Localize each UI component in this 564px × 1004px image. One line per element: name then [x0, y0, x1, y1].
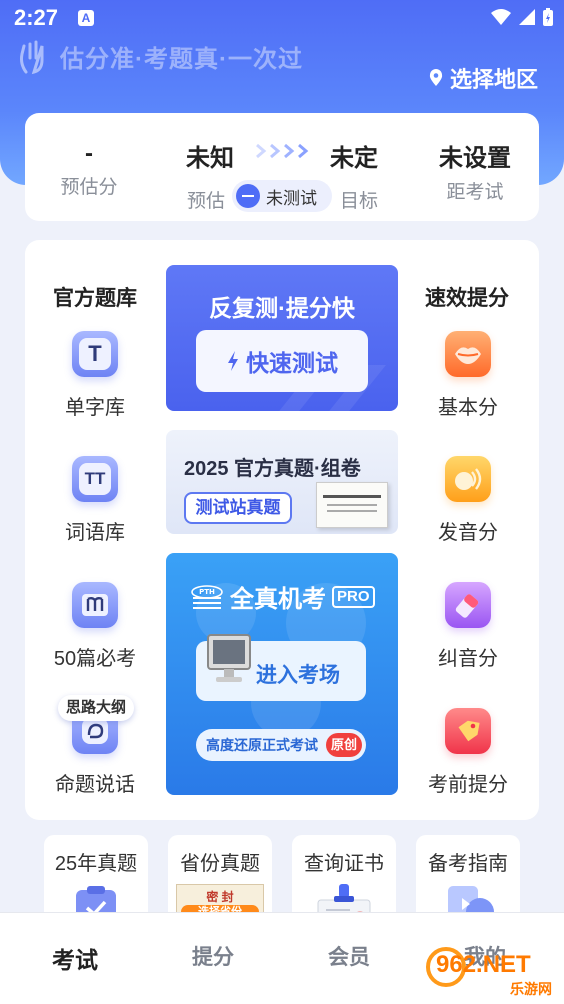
single-char-label: 单字库	[65, 397, 125, 419]
exam-note-text: 高度还原正式考试	[206, 737, 318, 753]
word-bank[interactable]: TT 词语库	[45, 456, 145, 545]
estimate-value: -	[85, 140, 93, 167]
wifi-icon	[491, 9, 511, 25]
eraser-icon	[445, 582, 491, 628]
mock-exam-banner[interactable]: PTH 全真机考 PRO 进入考场 高度还原正式考试 原创	[166, 553, 398, 795]
lips-icon	[445, 331, 491, 377]
left-column-title: 官方题库	[53, 287, 137, 310]
test-status-pill[interactable]: 未测试	[232, 180, 332, 212]
voice-icon	[445, 456, 491, 502]
quick-test-title: 反复测·提分快	[209, 295, 355, 321]
target-level: 未定	[330, 145, 378, 172]
card-2025-exams-label: 25年真题	[54, 853, 138, 875]
fifty-essays[interactable]: 50篇必考	[45, 582, 145, 671]
card-query-certificate-label: 查询证书	[304, 853, 384, 875]
tag-icon	[445, 708, 491, 754]
mock-exam-title: PTH 全真机考 PRO	[190, 579, 375, 614]
quick-test-banner[interactable]: 反复测·提分快 快速测试	[166, 265, 398, 411]
accessibility-icon: A	[78, 10, 94, 26]
tab-exam[interactable]: 考试	[52, 941, 98, 975]
estimate-label: 预估分	[60, 177, 118, 198]
enter-exam-label: 进入考场	[256, 664, 340, 687]
real-exam-tag: 测试站真题	[184, 492, 292, 524]
basic-score-label: 基本分	[438, 397, 498, 419]
select-region-button[interactable]: 选择地区	[428, 62, 538, 94]
location-pin-icon	[429, 69, 443, 86]
real-exam-banner[interactable]: 2025 官方真题·组卷 测试站真题	[166, 430, 398, 534]
current-label: 预估	[187, 191, 226, 212]
fifty-essays-label: 50篇必考	[53, 648, 137, 670]
pronunciation-score-label: 发音分	[438, 522, 498, 544]
progress-arrows-icon	[255, 143, 311, 159]
book-icon	[72, 582, 118, 628]
hand-logo-icon	[20, 40, 44, 75]
correction-score[interactable]: 纠音分	[418, 582, 518, 671]
battery-icon	[543, 8, 553, 26]
real-exam-title: 2025 官方真题·组卷	[184, 458, 361, 480]
topic-speech-label: 命题说话	[55, 774, 135, 796]
watermark-logo: 962.NET 乐游网	[426, 945, 564, 1001]
outline-tag: 思路大纲	[58, 695, 135, 721]
quick-test-button-label: 快速测试	[246, 350, 338, 376]
single-char-icon: T	[72, 331, 118, 377]
current-level: 未知	[186, 145, 234, 172]
svg-text:PTH: PTH	[199, 588, 215, 596]
pth-logo-icon: PTH	[191, 584, 223, 609]
status-bar: 2:27 A	[0, 0, 564, 36]
pro-badge: PRO	[332, 585, 375, 608]
quick-test-button[interactable]: 快速测试	[196, 330, 368, 392]
right-column-title: 速效提分	[425, 287, 509, 310]
lightning-icon	[228, 351, 238, 371]
test-status-text: 未测试	[266, 188, 317, 208]
exam-note: 高度还原正式考试 原创	[196, 729, 366, 761]
word-icon: TT	[72, 456, 118, 502]
header-slogan: 估分准·考题真·一次过	[12, 34, 303, 78]
estimate-score[interactable]: - 预估分	[56, 140, 122, 199]
target-label: 目标	[340, 191, 379, 212]
exam-booklet-image	[316, 482, 388, 528]
computer-icon	[207, 634, 251, 682]
word-label: 词语库	[65, 522, 125, 544]
pronunciation-score[interactable]: 发音分	[418, 456, 518, 545]
pre-exam-boost-label: 考前提分	[428, 774, 508, 796]
original-badge: 原创	[325, 733, 362, 757]
signal-icon	[519, 9, 535, 25]
card-prep-guide-label: 备考指南	[428, 853, 508, 875]
exam-countdown[interactable]: 未设置 距考试	[432, 138, 518, 204]
tab-member[interactable]: 会员	[328, 941, 370, 971]
card-province-exams-label: 省份真题	[180, 853, 260, 875]
basic-score[interactable]: 基本分	[418, 331, 518, 420]
status-time: 2:27	[14, 5, 59, 30]
single-char-bank[interactable]: T 单字库	[45, 331, 145, 420]
region-label: 选择地区	[449, 67, 538, 92]
mock-exam-title-text: 全真机考	[230, 586, 326, 613]
pre-exam-boost[interactable]: 考前提分	[418, 708, 518, 797]
tab-boost[interactable]: 提分	[192, 941, 234, 971]
minus-circle-icon	[236, 184, 260, 208]
exam-label: 距考试	[446, 182, 504, 203]
topic-speech[interactable]: 命题说话	[45, 708, 145, 797]
slogan-text: 估分准·考题真·一次过	[60, 45, 303, 73]
correction-score-label: 纠音分	[438, 648, 498, 670]
exam-value: 未设置	[439, 145, 511, 172]
